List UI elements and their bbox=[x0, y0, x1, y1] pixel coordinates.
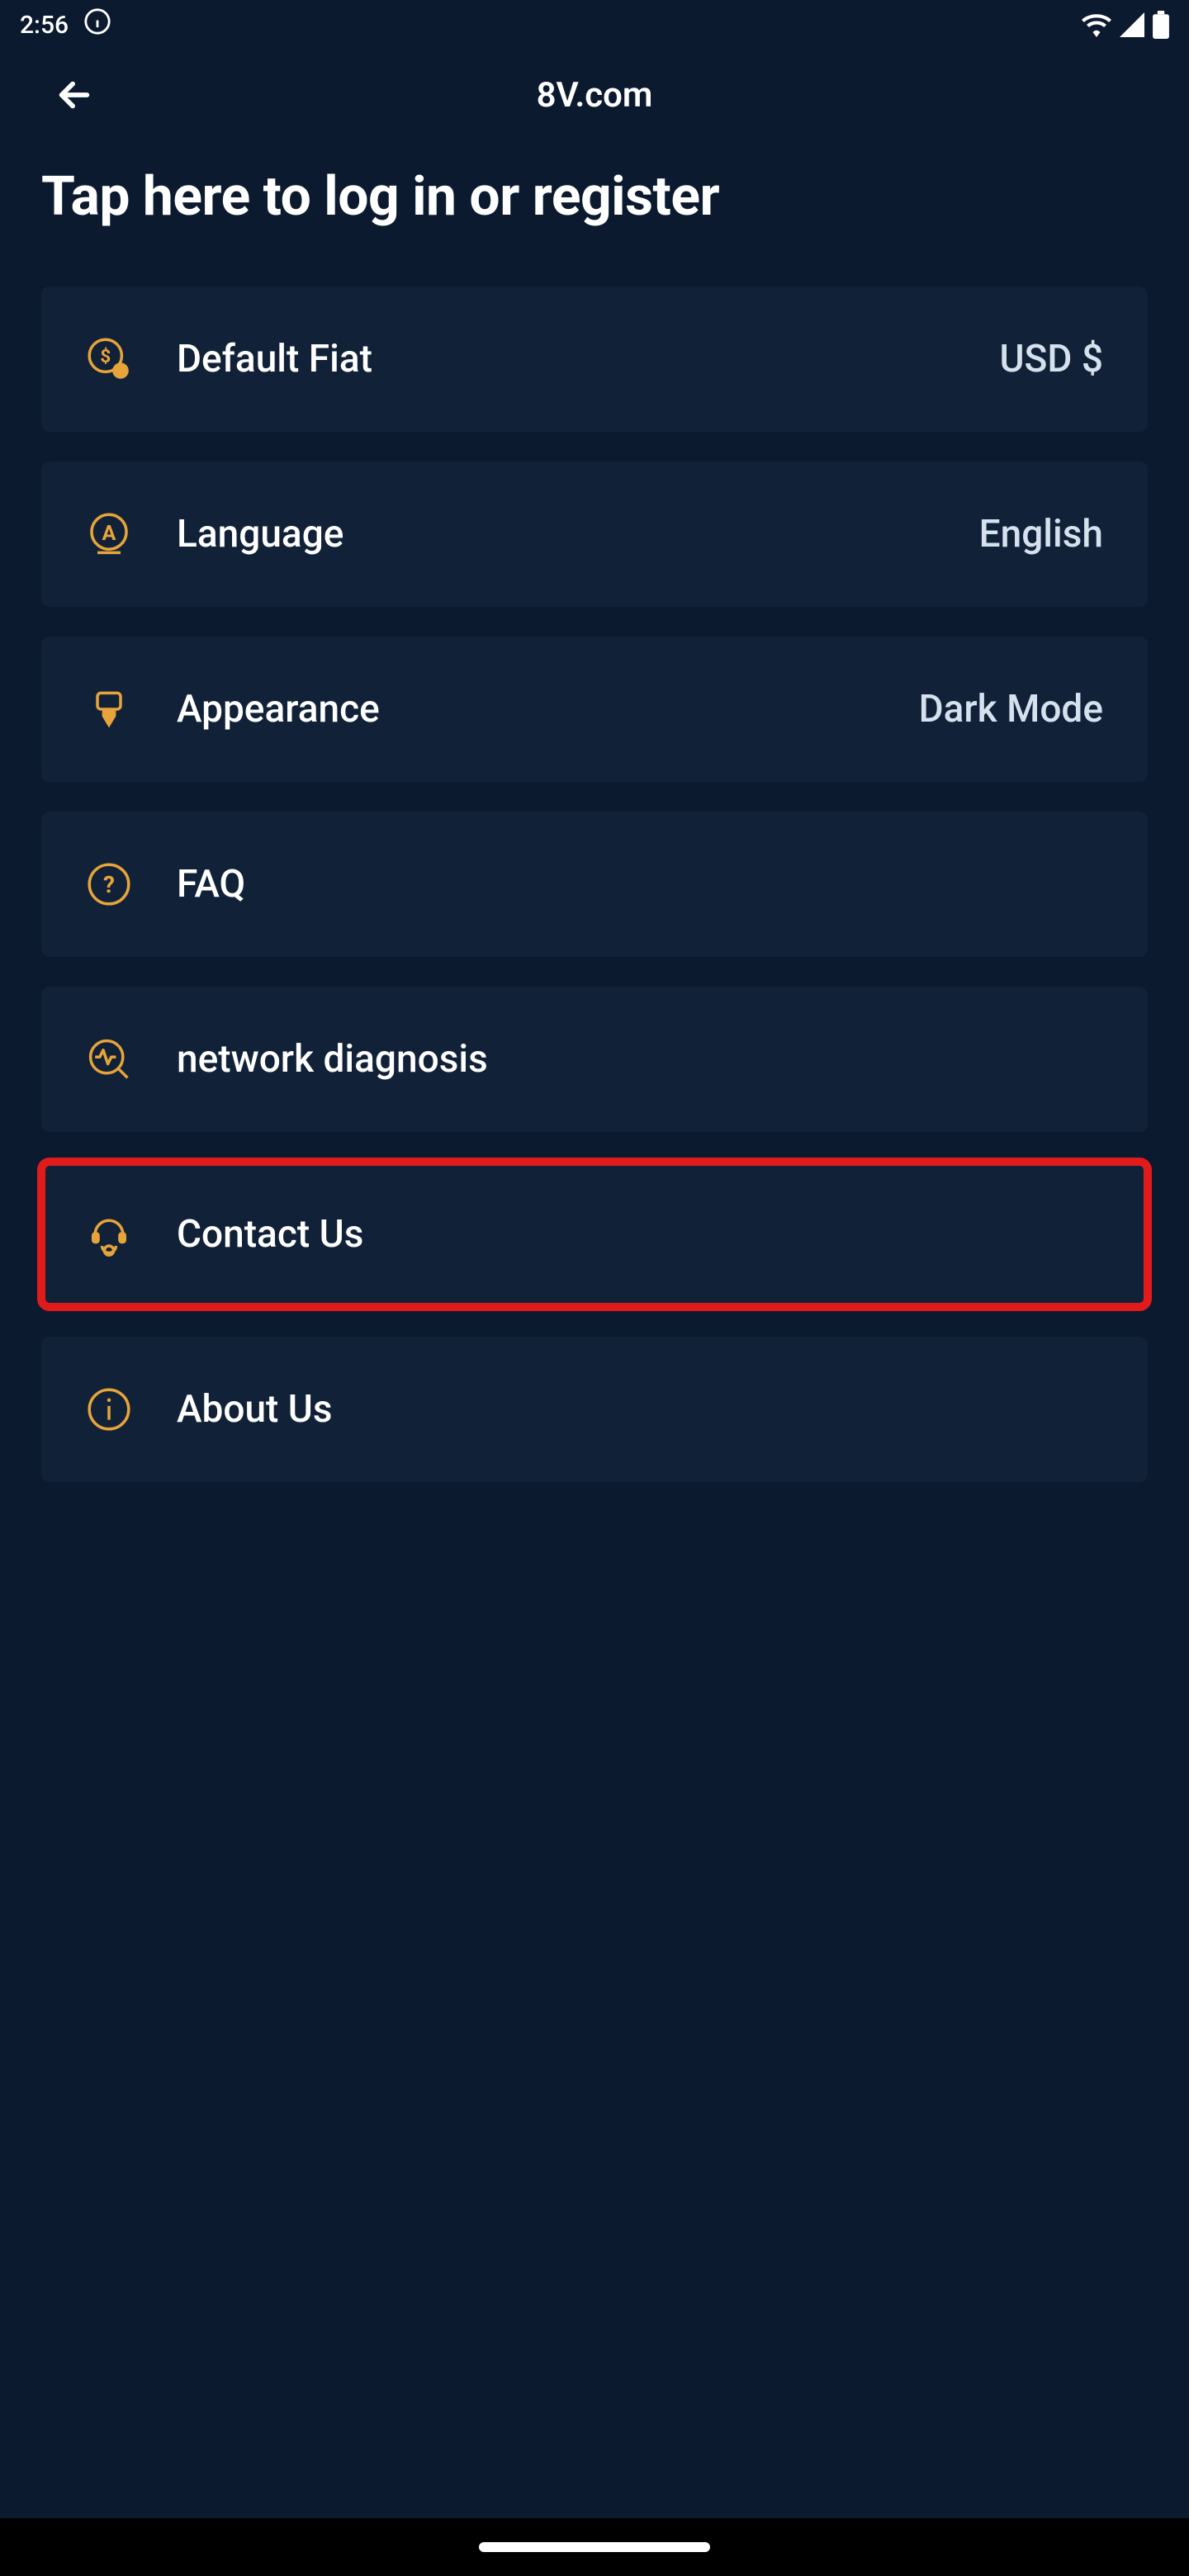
paint-brush-icon bbox=[86, 686, 132, 732]
menu-value: USD $ bbox=[999, 337, 1103, 381]
menu-label: Contact Us bbox=[177, 1212, 1059, 1257]
info-circle-icon bbox=[86, 1386, 132, 1432]
menu-item-language[interactable]: A Language English bbox=[41, 462, 1148, 607]
login-register-prompt[interactable]: Tap here to log in or register bbox=[0, 140, 1189, 286]
menu-value: Dark Mode bbox=[919, 687, 1103, 732]
menu-label: FAQ bbox=[177, 862, 1059, 907]
dollar-circle-icon: $ bbox=[86, 336, 132, 382]
network-pulse-icon bbox=[86, 1036, 132, 1082]
back-button[interactable] bbox=[50, 70, 99, 120]
wifi-icon bbox=[1082, 12, 1111, 37]
status-left: 2:56 bbox=[20, 7, 111, 42]
settings-menu: $ Default Fiat USD $ A Language English … bbox=[0, 286, 1189, 1482]
signal-icon bbox=[1120, 12, 1144, 37]
app-header: 8V.com bbox=[0, 50, 1189, 140]
question-circle-icon: ? bbox=[86, 861, 132, 907]
language-a-icon: A bbox=[86, 511, 132, 557]
system-nav-bar bbox=[0, 2518, 1189, 2576]
menu-item-default-fiat[interactable]: $ Default Fiat USD $ bbox=[41, 286, 1148, 432]
menu-label: Default Fiat bbox=[177, 337, 955, 381]
battery-icon bbox=[1153, 11, 1169, 39]
svg-text:A: A bbox=[102, 522, 116, 546]
page-title: 8V.com bbox=[0, 75, 1189, 116]
svg-text:?: ? bbox=[103, 871, 115, 898]
menu-value: English bbox=[979, 512, 1103, 556]
info-icon bbox=[83, 7, 111, 42]
status-bar: 2:56 bbox=[0, 0, 1189, 50]
menu-item-network-diagnosis[interactable]: network diagnosis bbox=[41, 987, 1148, 1132]
menu-item-about-us[interactable]: About Us bbox=[41, 1337, 1148, 1482]
status-right bbox=[1082, 11, 1169, 39]
menu-item-appearance[interactable]: Appearance Dark Mode bbox=[41, 637, 1148, 782]
menu-label: network diagnosis bbox=[177, 1037, 1059, 1082]
menu-label: Appearance bbox=[177, 687, 874, 732]
menu-label: Language bbox=[177, 512, 935, 556]
nav-home-pill[interactable] bbox=[479, 2542, 710, 2552]
menu-label: About Us bbox=[177, 1387, 1059, 1432]
menu-item-faq[interactable]: ? FAQ bbox=[41, 812, 1148, 957]
status-time: 2:56 bbox=[20, 11, 69, 40]
menu-item-contact-us[interactable]: Contact Us bbox=[41, 1162, 1148, 1307]
svg-text:$: $ bbox=[100, 346, 111, 367]
headset-icon bbox=[86, 1211, 132, 1257]
